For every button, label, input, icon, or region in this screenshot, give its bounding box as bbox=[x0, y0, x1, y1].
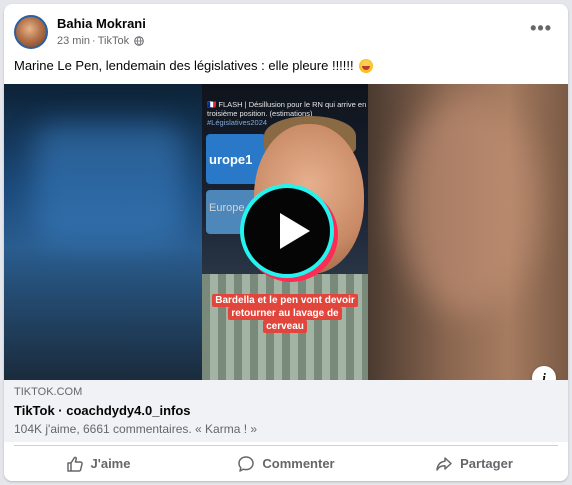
crying-laughing-emoji-icon bbox=[358, 58, 373, 73]
post-header: Bahia Mokrani 23 min · TikTok ••• bbox=[4, 4, 568, 52]
video-subtitle: Bardella et le pen vont devoir retourner… bbox=[212, 294, 358, 333]
post-time[interactable]: 23 min bbox=[57, 35, 90, 47]
more-options-icon[interactable]: ••• bbox=[530, 18, 552, 39]
link-domain: TIKTOK.COM bbox=[14, 386, 83, 398]
author-avatar[interactable] bbox=[14, 15, 48, 49]
flash-hashtag: #Législatives2024 bbox=[207, 118, 268, 127]
share-button[interactable]: Partager bbox=[380, 446, 568, 481]
comment-label: Commenter bbox=[262, 456, 335, 471]
blurred-background-left bbox=[4, 84, 204, 380]
share-icon bbox=[436, 456, 452, 471]
flash-headline: 🇫🇷 FLASH | Désillusion pour le RN qui ar… bbox=[207, 100, 367, 118]
share-label: Partager bbox=[460, 456, 513, 471]
play-icon[interactable] bbox=[240, 184, 334, 278]
comment-button[interactable]: Commenter bbox=[192, 446, 380, 481]
video-preview[interactable]: 🇫🇷 FLASH | Désillusion pour le RN qui ar… bbox=[4, 84, 568, 380]
link-description: 104K j'aime, 6661 commentaires. « Karma … bbox=[14, 422, 258, 436]
like-button[interactable]: J'aime bbox=[4, 446, 192, 481]
action-bar: J'aime Commenter Partager bbox=[4, 446, 568, 481]
link-title: TikTok · coachdydy4.0_infos bbox=[14, 403, 191, 418]
comment-icon bbox=[238, 455, 255, 472]
globe-icon bbox=[134, 36, 144, 46]
post-meta: 23 min · TikTok bbox=[57, 35, 144, 47]
blurred-background-right bbox=[368, 84, 568, 380]
like-label: J'aime bbox=[90, 456, 131, 471]
link-preview[interactable]: TIKTOK.COM TikTok · coachdydy4.0_infos 1… bbox=[4, 380, 568, 442]
post-card: Bahia Mokrani 23 min · TikTok ••• Marine… bbox=[4, 4, 568, 481]
author-name[interactable]: Bahia Mokrani bbox=[57, 16, 146, 31]
post-caption: Marine Le Pen, lendemain des législative… bbox=[14, 58, 373, 73]
thumbs-up-icon bbox=[66, 456, 83, 472]
meta-separator: · bbox=[92, 35, 96, 47]
caption-text: Marine Le Pen, lendemain des législative… bbox=[14, 58, 354, 73]
post-source: TikTok bbox=[97, 35, 130, 47]
